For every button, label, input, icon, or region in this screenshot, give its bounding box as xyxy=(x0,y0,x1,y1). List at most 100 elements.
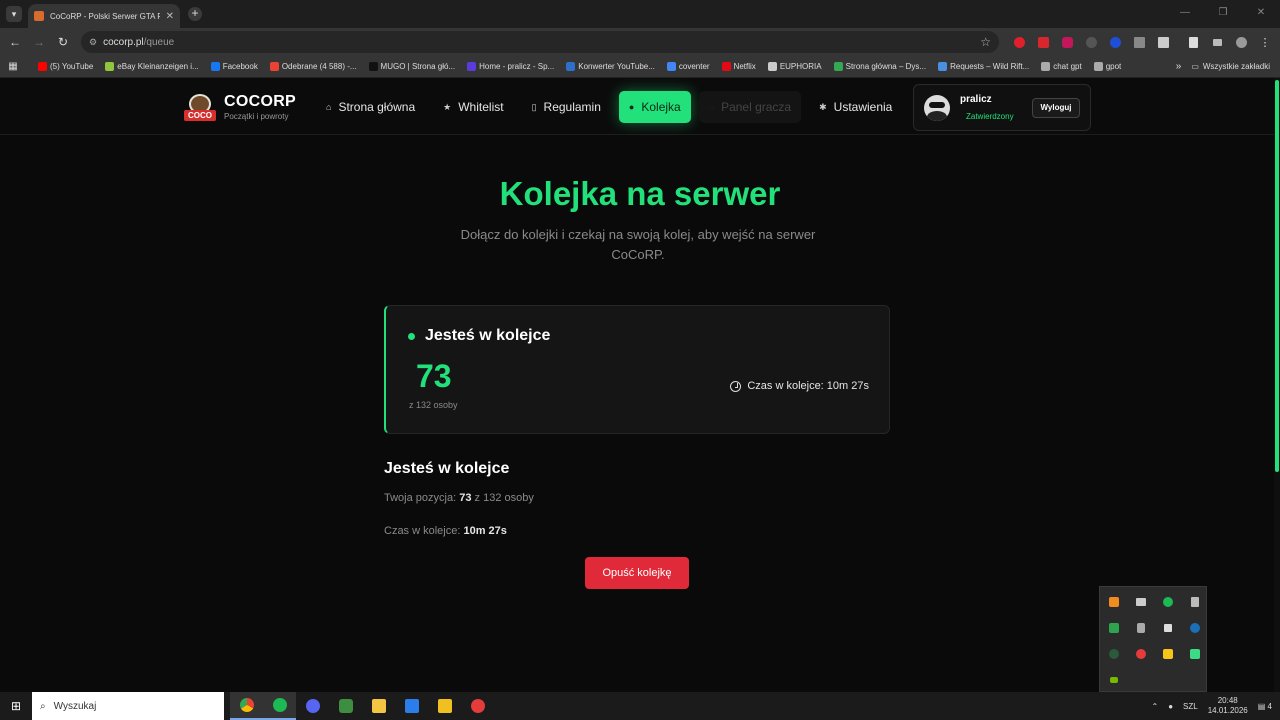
browser-menu-icon[interactable]: ⋮ xyxy=(1253,35,1277,49)
bookmark-star-icon[interactable]: ☆ xyxy=(980,35,991,49)
tray-app-orange-icon[interactable] xyxy=(1100,589,1127,615)
apps-grid-icon[interactable]: ▦ xyxy=(0,61,26,72)
bookmark-item[interactable]: Strona główna – Dys... xyxy=(833,62,926,71)
bookmark-favicon-icon xyxy=(721,62,731,71)
tray-green-app-icon[interactable] xyxy=(1181,641,1208,667)
windows-start-icon[interactable]: ⊞ xyxy=(0,699,32,713)
taskbar-chrome-icon[interactable] xyxy=(230,692,263,720)
bookmark-item[interactable]: Requests – Wild Rift... xyxy=(938,62,1029,71)
notifications-icon[interactable]: ▤ 4 xyxy=(1258,702,1272,711)
tray-nvidia-icon[interactable] xyxy=(1100,667,1127,693)
taskbar-spotify-icon[interactable] xyxy=(263,692,296,720)
taskbar-files-icon[interactable] xyxy=(362,692,395,720)
bookmark-item[interactable]: Konwerter YouTube... xyxy=(566,62,655,71)
tray-yellow-app-icon[interactable] xyxy=(1154,641,1181,667)
grey-extension-icon[interactable] xyxy=(1079,35,1103,49)
position-value: 73 xyxy=(459,492,472,504)
taskbar-shield-icon[interactable] xyxy=(329,692,362,720)
tab-search-button[interactable]: ▾ xyxy=(6,6,22,22)
details-position-line: Twoja pozycja: 73 z 132 osoby xyxy=(384,492,534,504)
minimize-icon[interactable]: — xyxy=(1166,0,1204,28)
brand-name: COCORP xyxy=(224,93,297,110)
taskbar-discord-icon[interactable] xyxy=(296,692,329,720)
tray-expand-icon[interactable]: ⌃ xyxy=(1152,702,1159,711)
tray-spotify-icon[interactable] xyxy=(1154,589,1181,615)
url-host: cocorp.pl xyxy=(103,36,144,48)
taskbar-riot-icon[interactable] xyxy=(461,692,494,720)
profile-avatar-icon[interactable] xyxy=(1229,35,1253,49)
blue-extension-icon[interactable] xyxy=(1103,35,1127,49)
puzzle-icon[interactable] xyxy=(1151,35,1175,49)
more-bookmarks-icon[interactable]: » xyxy=(1176,61,1182,72)
taskbar-clock[interactable]: 20:48 14.01.2026 xyxy=(1208,696,1248,716)
nav-player-panel[interactable]: ◌ Panel gracza xyxy=(698,91,802,123)
reading-list-icon[interactable] xyxy=(1205,35,1229,49)
bookmark-item[interactable]: Facebook xyxy=(210,62,258,71)
tray-bluetooth-icon[interactable] xyxy=(1181,589,1208,615)
bookmark-favicon-icon xyxy=(368,62,378,71)
user-name: pralicz xyxy=(960,94,992,105)
close-tab-icon[interactable]: ✕ xyxy=(166,11,174,22)
logout-button[interactable]: Wyloguj xyxy=(1032,97,1080,118)
bookmark-item[interactable]: Netflix xyxy=(721,62,756,71)
tray-riot-icon[interactable] xyxy=(1127,641,1154,667)
bookmark-item[interactable]: gpot xyxy=(1093,62,1121,71)
tray-volume-icon[interactable] xyxy=(1154,615,1181,641)
taskbar-search-input[interactable]: ⌕ Wyszukaj xyxy=(32,692,224,720)
brand-tagline: Początki i powroty xyxy=(224,112,289,121)
tp-extension-icon[interactable] xyxy=(1031,35,1055,49)
forward-icon[interactable]: → xyxy=(27,35,51,49)
all-bookmarks-folder[interactable]: ▭ Wszystkie zakładki xyxy=(1191,62,1270,71)
bookmark-item[interactable]: (5) YouTube xyxy=(38,62,93,71)
bookmark-item[interactable]: coventer xyxy=(666,62,710,71)
new-tab-button[interactable]: + xyxy=(188,7,202,21)
nav-whitelist[interactable]: ★ Whitelist xyxy=(433,91,513,123)
language-indicator[interactable]: SZL xyxy=(1183,702,1198,711)
back-icon[interactable]: ← xyxy=(3,35,27,49)
bookmark-favicon-icon xyxy=(105,62,115,71)
nav-queue[interactable]: ● Kolejka xyxy=(618,91,691,123)
bookmark-item[interactable]: eBay Kleinanzeigen i... xyxy=(105,62,199,71)
bookmark-item[interactable]: Odebrane (4 588) -... xyxy=(269,62,357,71)
tray-circle-icon[interactable] xyxy=(1100,641,1127,667)
user-status-badge: Zatwierdzony xyxy=(966,112,1014,121)
bookmark-label: MUGO | Strona głó... xyxy=(380,62,456,71)
bookmark-favicon-icon xyxy=(467,62,477,71)
scrollbar-thumb[interactable] xyxy=(1275,80,1279,472)
bookmark-item[interactable]: chat gpt xyxy=(1041,62,1082,71)
brand-logo[interactable]: COCO COCORP Początki i powroty xyxy=(184,92,296,122)
tray-security-icon[interactable] xyxy=(1100,615,1127,641)
page-scrollbar[interactable] xyxy=(1274,78,1280,692)
url-input[interactable]: ⚙ cocorp.pl/queue ☆ xyxy=(81,31,999,53)
nav-settings[interactable]: ✱ Ustawienia xyxy=(809,91,902,123)
tray-steam-icon[interactable] xyxy=(1181,615,1208,641)
restore-icon[interactable]: ❐ xyxy=(1204,0,1242,28)
leave-queue-button[interactable]: Opuść kolejkę xyxy=(585,557,689,589)
close-window-icon[interactable]: ✕ xyxy=(1242,0,1280,28)
tray-monitor-icon[interactable] xyxy=(1127,589,1154,615)
microphone-icon[interactable]: ● xyxy=(1168,702,1173,711)
extensions-area: ⋮ xyxy=(1007,35,1277,49)
nav-rules[interactable]: ▯ Regulamin xyxy=(522,91,611,123)
bookmark-item[interactable]: EUPHORIA xyxy=(767,62,822,71)
site-info-icon[interactable]: ⚙ xyxy=(89,37,97,48)
site-header: COCO COCORP Początki i powroty ⌂ Strona … xyxy=(0,78,1280,135)
tray-device-icon[interactable] xyxy=(1127,615,1154,641)
nav-settings-label: Ustawienia xyxy=(833,100,893,114)
download-icon[interactable] xyxy=(1181,35,1205,49)
bookmark-item[interactable]: Home - pralicz - Sp... xyxy=(467,62,554,71)
opera-extension-icon[interactable] xyxy=(1007,35,1031,49)
taskbar-app-yellow-icon[interactable] xyxy=(428,692,461,720)
taskbar-app-blue-icon[interactable] xyxy=(395,692,428,720)
square-extension-icon[interactable] xyxy=(1127,35,1151,49)
reload-icon[interactable]: ↻ xyxy=(51,35,75,49)
shield-extension-icon[interactable] xyxy=(1055,35,1079,49)
bookmark-label: Konwerter YouTube... xyxy=(578,62,655,71)
nav-home[interactable]: ⌂ Strona główna xyxy=(316,91,425,123)
details-title: Jesteś w kolejce xyxy=(384,460,510,477)
address-bar-row: ← → ↻ ⚙ cocorp.pl/queue ☆ ⋮ xyxy=(0,28,1280,56)
coconut-logo-icon: COCO xyxy=(184,92,216,122)
browser-tab[interactable]: CoCoRP - Polski Serwer GTA RP ✕ xyxy=(28,4,180,28)
avatar[interactable] xyxy=(924,94,950,121)
bookmark-item[interactable]: MUGO | Strona głó... xyxy=(368,62,456,71)
